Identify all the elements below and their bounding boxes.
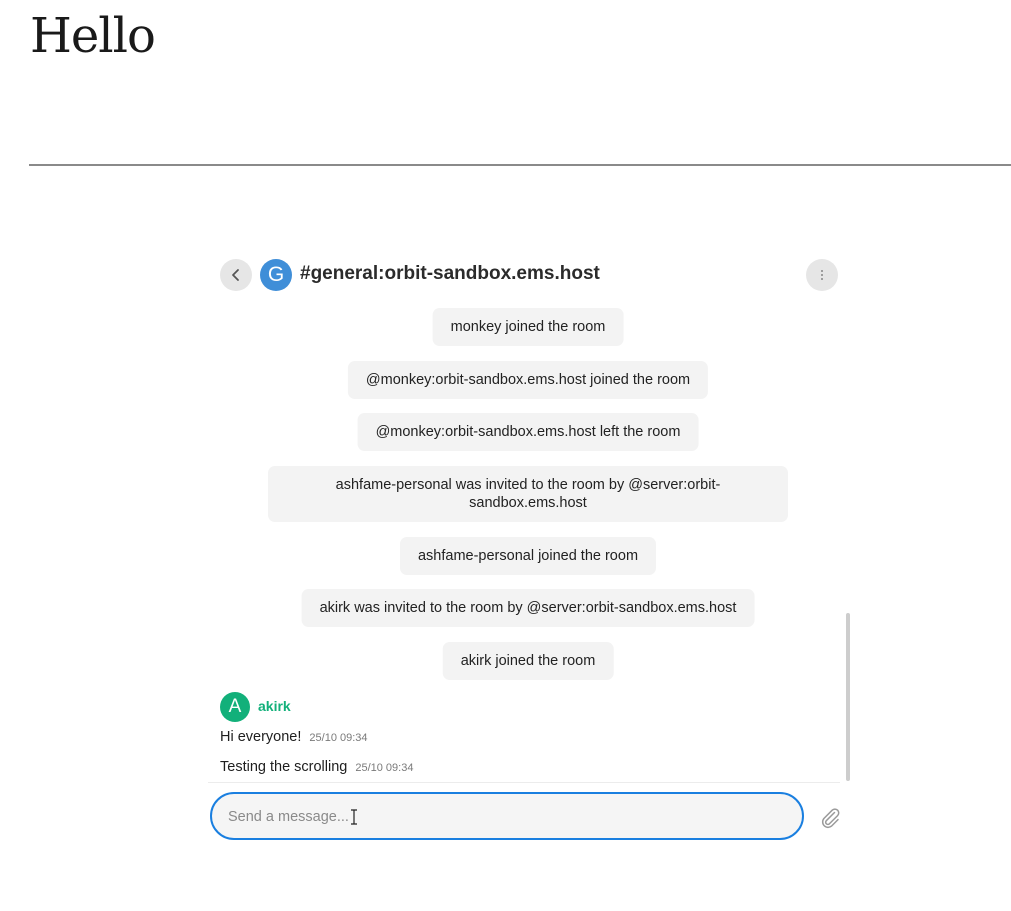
message-timestamp: 25/10 09:34 [309,732,368,744]
message-input[interactable] [226,804,790,830]
message-row: Hi everyone! 25/10 09:34 [220,729,368,745]
paperclip-icon [821,808,840,829]
sender-avatar[interactable]: A [220,692,250,722]
membership-event: akirk joined the room [442,642,614,680]
message-row: Testing the scrolling 25/10 09:34 [220,759,413,775]
sender-name[interactable]: akirk [258,698,291,714]
chat-widget: G #general:orbit-sandbox.ems.host monkey… [208,250,850,850]
membership-event: monkey joined the room [432,308,624,346]
membership-event: ashfame-personal joined the room [399,537,657,575]
attach-button[interactable] [818,806,842,830]
back-button[interactable] [220,259,252,291]
membership-event: @monkey:orbit-sandbox.ems.host left the … [357,413,699,451]
message-text: Hi everyone! [220,729,302,745]
timeline-scrollbar[interactable] [846,613,850,781]
message-timeline[interactable]: monkey joined the room @monkey:orbit-san… [208,308,848,782]
horizontal-rule [29,164,1011,166]
message-text: Testing the scrolling [220,759,348,775]
message-composer [210,792,804,840]
membership-event: @monkey:orbit-sandbox.ems.host joined th… [347,361,709,399]
message-timestamp: 25/10 09:34 [355,762,414,774]
room-name: #general:orbit-sandbox.ems.host [300,263,600,284]
chevron-left-icon [232,269,239,281]
composer-divider [208,782,840,783]
room-menu-button[interactable] [806,259,838,291]
chat-header: G #general:orbit-sandbox.ems.host [220,259,838,291]
text-cursor-icon [351,809,357,825]
membership-event: ashfame-personal was invited to the room… [268,466,788,522]
membership-event: akirk was invited to the room by @server… [301,589,755,627]
page-heading: Hello [30,8,156,64]
vertical-dots-icon [821,270,823,280]
room-avatar: G [260,259,292,291]
